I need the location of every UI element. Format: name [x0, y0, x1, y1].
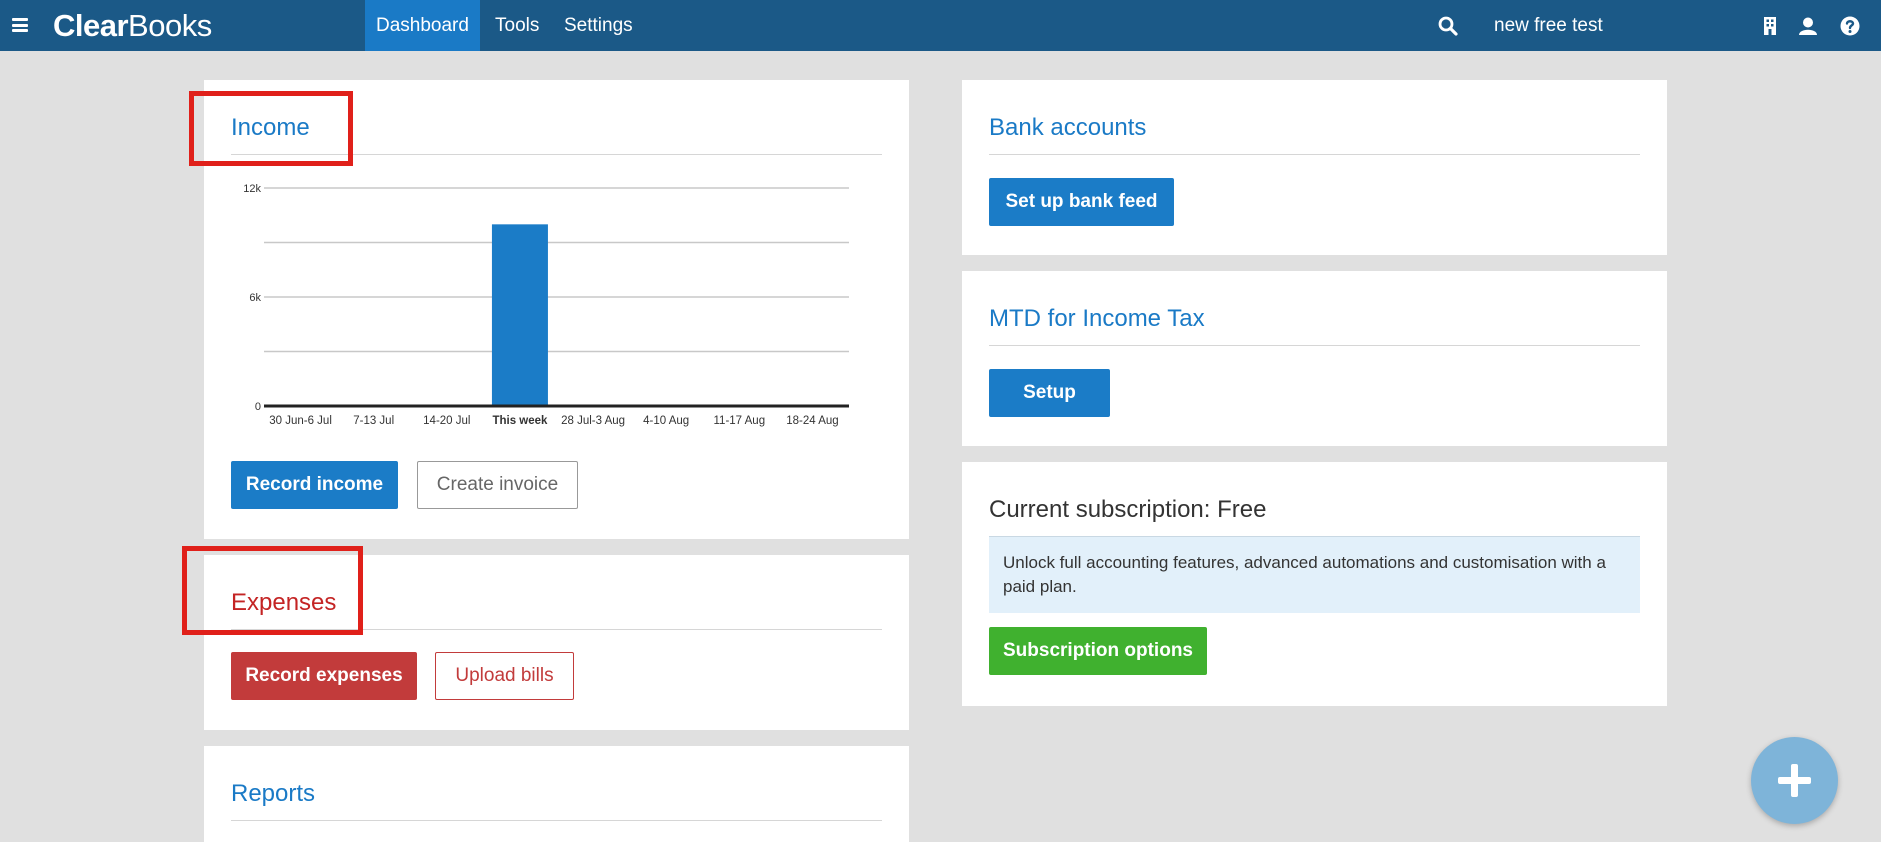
bank-accounts-divider — [989, 154, 1640, 155]
chart-y-tick-label: 12k — [243, 183, 261, 195]
record-expenses-button[interactable]: Record expenses — [231, 652, 417, 700]
subscription-card: Current subscription: Free Unlock full a… — [962, 462, 1667, 706]
tab-dashboard[interactable]: Dashboard — [365, 0, 480, 51]
subscription-options-button[interactable]: Subscription options — [989, 627, 1207, 675]
set-up-bank-feed-button[interactable]: Set up bank feed — [989, 178, 1174, 226]
add-plus-fab-button[interactable] — [1751, 737, 1838, 824]
search-icon[interactable] — [1438, 16, 1458, 36]
create-invoice-button[interactable]: Create invoice — [417, 461, 578, 509]
subscription-title: Current subscription: Free — [989, 496, 1267, 523]
reports-divider — [231, 820, 882, 821]
user-icon[interactable] — [1798, 16, 1818, 36]
mtd-divider — [989, 345, 1640, 346]
chart-x-tick-label: 4-10 Aug — [643, 415, 689, 427]
chart-x-tick-label: This week — [492, 415, 548, 427]
chart-x-tick-label: 18-24 Aug — [786, 415, 838, 427]
tab-settings[interactable]: Settings — [553, 0, 644, 51]
chart-bar — [491, 224, 548, 406]
mtd-setup-button[interactable]: Setup — [989, 369, 1110, 417]
chart-x-tick-label: 30 Jun-6 Jul — [269, 415, 332, 427]
mtd-card: MTD for Income Tax Setup — [962, 271, 1667, 446]
hamburger-menu-icon[interactable] — [12, 18, 28, 32]
expenses-highlight-box — [182, 546, 363, 635]
tab-tools[interactable]: Tools — [484, 0, 550, 51]
chart-x-tick-label: 11-17 Aug — [714, 415, 766, 427]
upgrade-notice: Unlock full accounting features, advance… — [989, 536, 1640, 613]
top-navigation-bar: ClearBooks Dashboard Tools Settings new … — [0, 0, 1881, 51]
income-highlight-box — [189, 91, 353, 166]
chart-x-tick-label: 7-13 Jul — [353, 415, 394, 427]
record-income-button[interactable]: Record income — [231, 461, 398, 509]
bank-accounts-card: Bank accounts Set up bank feed — [962, 80, 1667, 255]
reports-title[interactable]: Reports — [231, 780, 315, 808]
chart-y-tick-label: 0 — [255, 401, 261, 413]
clearbooks-logo[interactable]: ClearBooks — [53, 8, 212, 44]
bank-accounts-title[interactable]: Bank accounts — [989, 114, 1146, 142]
chart-x-tick-label: 14-20 Jul — [423, 415, 470, 427]
chart-x-tick-label: 28 Jul-3 Aug — [561, 415, 625, 427]
upload-bills-button[interactable]: Upload bills — [435, 652, 574, 700]
help-icon[interactable] — [1840, 16, 1860, 36]
company-switcher[interactable]: new free test — [1494, 0, 1603, 51]
chart-y-tick-label: 6k — [249, 292, 261, 304]
mtd-title[interactable]: MTD for Income Tax — [989, 305, 1205, 333]
building-icon[interactable] — [1760, 16, 1780, 36]
reports-card: Reports — [204, 746, 909, 842]
